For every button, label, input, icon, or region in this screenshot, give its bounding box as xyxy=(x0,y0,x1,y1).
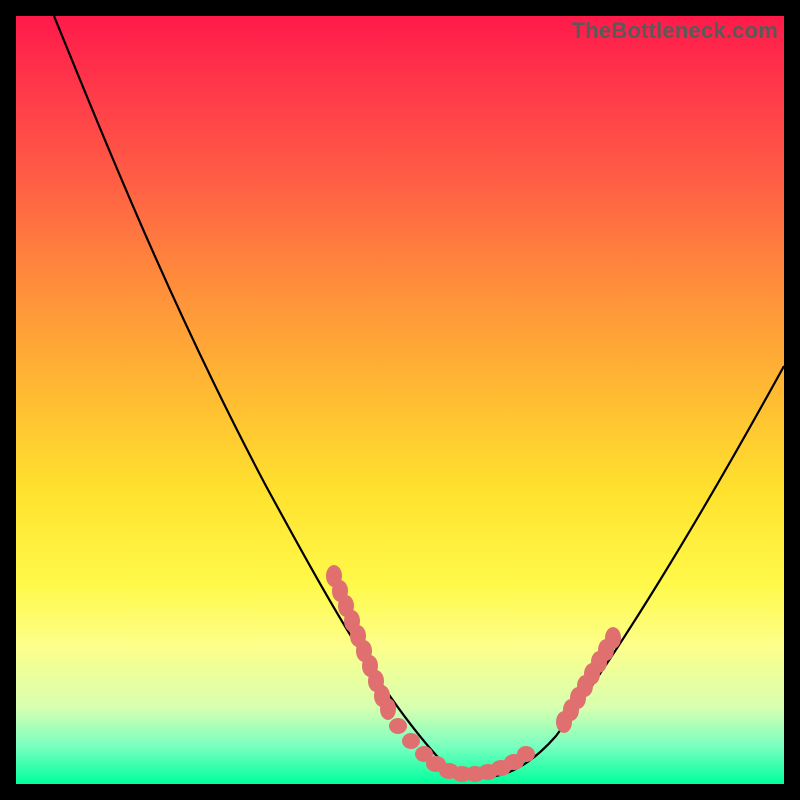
marker-cluster-floor xyxy=(389,718,535,782)
marker-cluster-right xyxy=(556,627,621,733)
marker-cluster-left xyxy=(326,565,396,720)
chart-svg xyxy=(16,16,784,784)
chart-frame: TheBottleneck.com xyxy=(16,16,784,784)
chart-curve xyxy=(54,16,784,778)
